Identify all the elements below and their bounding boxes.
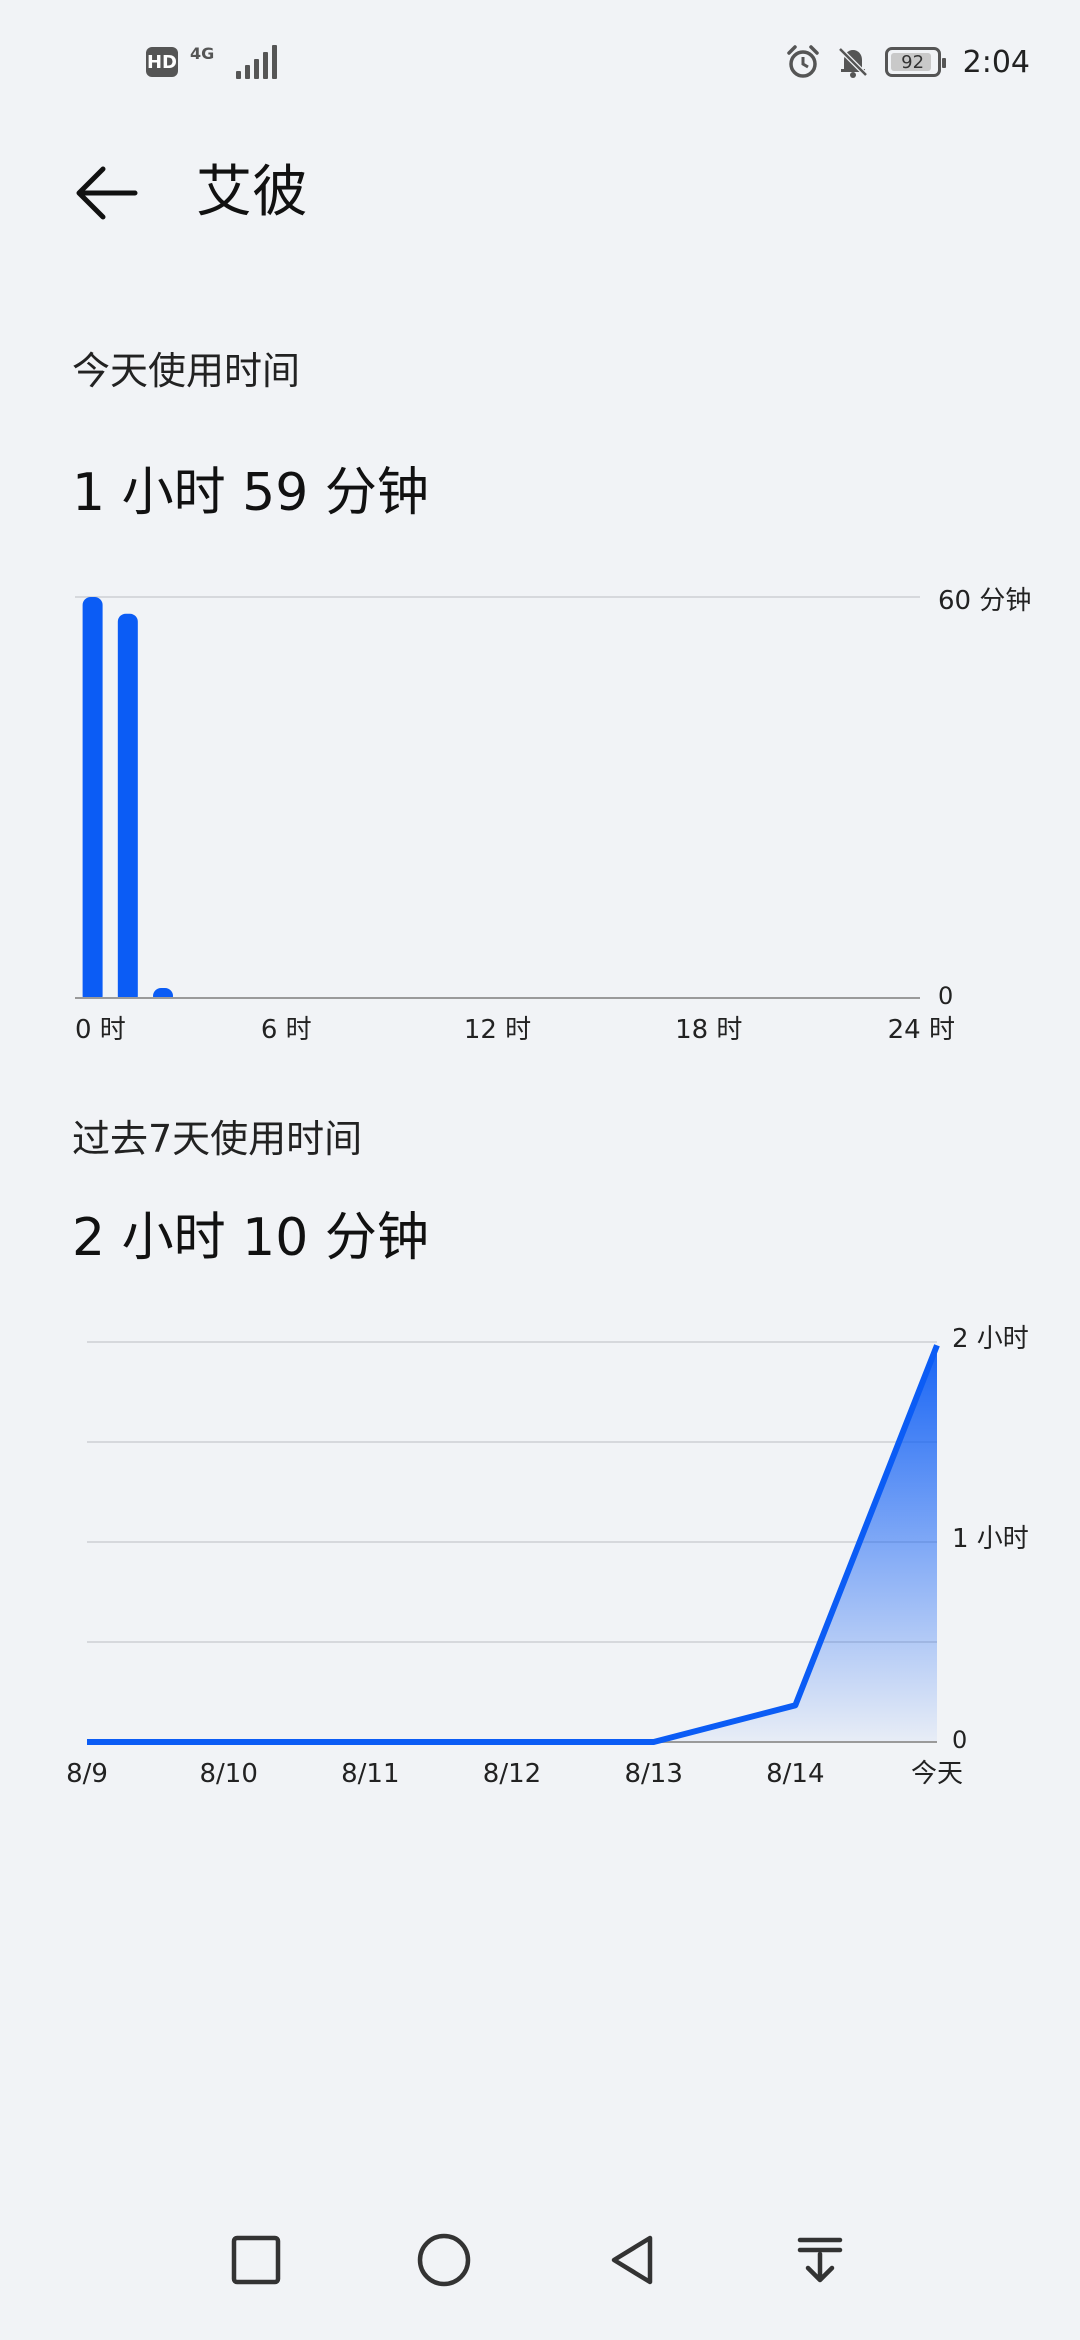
y-tick-label: 0 xyxy=(952,1726,967,1754)
x-tick-label: 8/14 xyxy=(766,1759,824,1789)
hd-badge: HD xyxy=(146,47,178,77)
back-button[interactable] xyxy=(72,158,142,228)
x-tick-label: 6 时 xyxy=(261,1015,312,1045)
pulldown-icon xyxy=(797,2237,843,2283)
y-tick-label: 2 小时 xyxy=(952,1324,1029,1354)
status-bar: HD 4G 92 2:04 xyxy=(0,0,1080,130)
bar-hour-1 xyxy=(117,613,138,1004)
notification-pulldown-button[interactable] xyxy=(780,2220,860,2300)
network-type: 4G xyxy=(190,44,224,80)
mute-bell-icon xyxy=(837,47,868,78)
today-usage-total: 1 小时 59 分钟 xyxy=(72,463,429,523)
axis-mask xyxy=(75,999,920,1007)
x-tick-label: 8/11 xyxy=(341,1759,399,1789)
today-usage-label: 今天使用时间 xyxy=(72,349,301,393)
x-tick-label: 8/13 xyxy=(624,1759,682,1789)
network-type-label: 4G xyxy=(190,44,215,63)
x-tick-label: 今天 xyxy=(911,1759,963,1789)
y-tick-label: 0 xyxy=(938,982,953,1010)
y-tick-label: 60 分钟 xyxy=(938,586,1031,616)
y-tick-label: 1 小时 xyxy=(952,1524,1029,1554)
week-usage-chart: 2 小时 1 小时 0 8/9 8/10 8/11 8/12 8/13 8/14 今天 xyxy=(66,1324,1029,1789)
x-tick-label: 8/10 xyxy=(199,1759,257,1789)
square-icon xyxy=(231,2235,281,2285)
signal-icon xyxy=(236,45,277,79)
page-title: 艾彼 xyxy=(196,160,308,225)
today-usage-chart: 60 分钟 0 0 时 6 时 12 时 18 时 24 时 xyxy=(75,586,1031,1045)
x-tick-label: 24 时 xyxy=(888,1015,955,1045)
home-button[interactable] xyxy=(404,2220,484,2300)
header: 艾彼 xyxy=(0,140,1080,250)
battery-level: 92 xyxy=(901,51,925,73)
x-tick-label: 0 时 xyxy=(75,1015,126,1045)
back-nav-button[interactable] xyxy=(592,2220,672,2300)
bar-hour-0 xyxy=(82,597,103,1004)
week-usage-total: 2 小时 10 分钟 xyxy=(72,1208,429,1268)
arrow-left-icon xyxy=(76,166,138,220)
x-tick-label: 18 时 xyxy=(675,1015,742,1045)
x-tick-label: 8/9 xyxy=(66,1759,108,1789)
week-usage-label: 过去7天使用时间 xyxy=(72,1117,363,1161)
triangle-back-icon xyxy=(611,2235,653,2285)
x-tick-label: 12 时 xyxy=(464,1015,531,1045)
x-tick-label: 8/12 xyxy=(483,1759,541,1789)
recents-button[interactable] xyxy=(216,2220,296,2300)
status-right: 92 2:04 xyxy=(785,44,1030,80)
clock: 2:04 xyxy=(962,44,1030,80)
area-fill xyxy=(87,1345,937,1742)
battery-icon: 92 xyxy=(884,47,946,77)
circle-icon xyxy=(417,2233,471,2287)
alarm-icon xyxy=(786,45,819,78)
navigation-bar xyxy=(0,2190,1080,2340)
status-left: HD 4G xyxy=(146,44,277,80)
